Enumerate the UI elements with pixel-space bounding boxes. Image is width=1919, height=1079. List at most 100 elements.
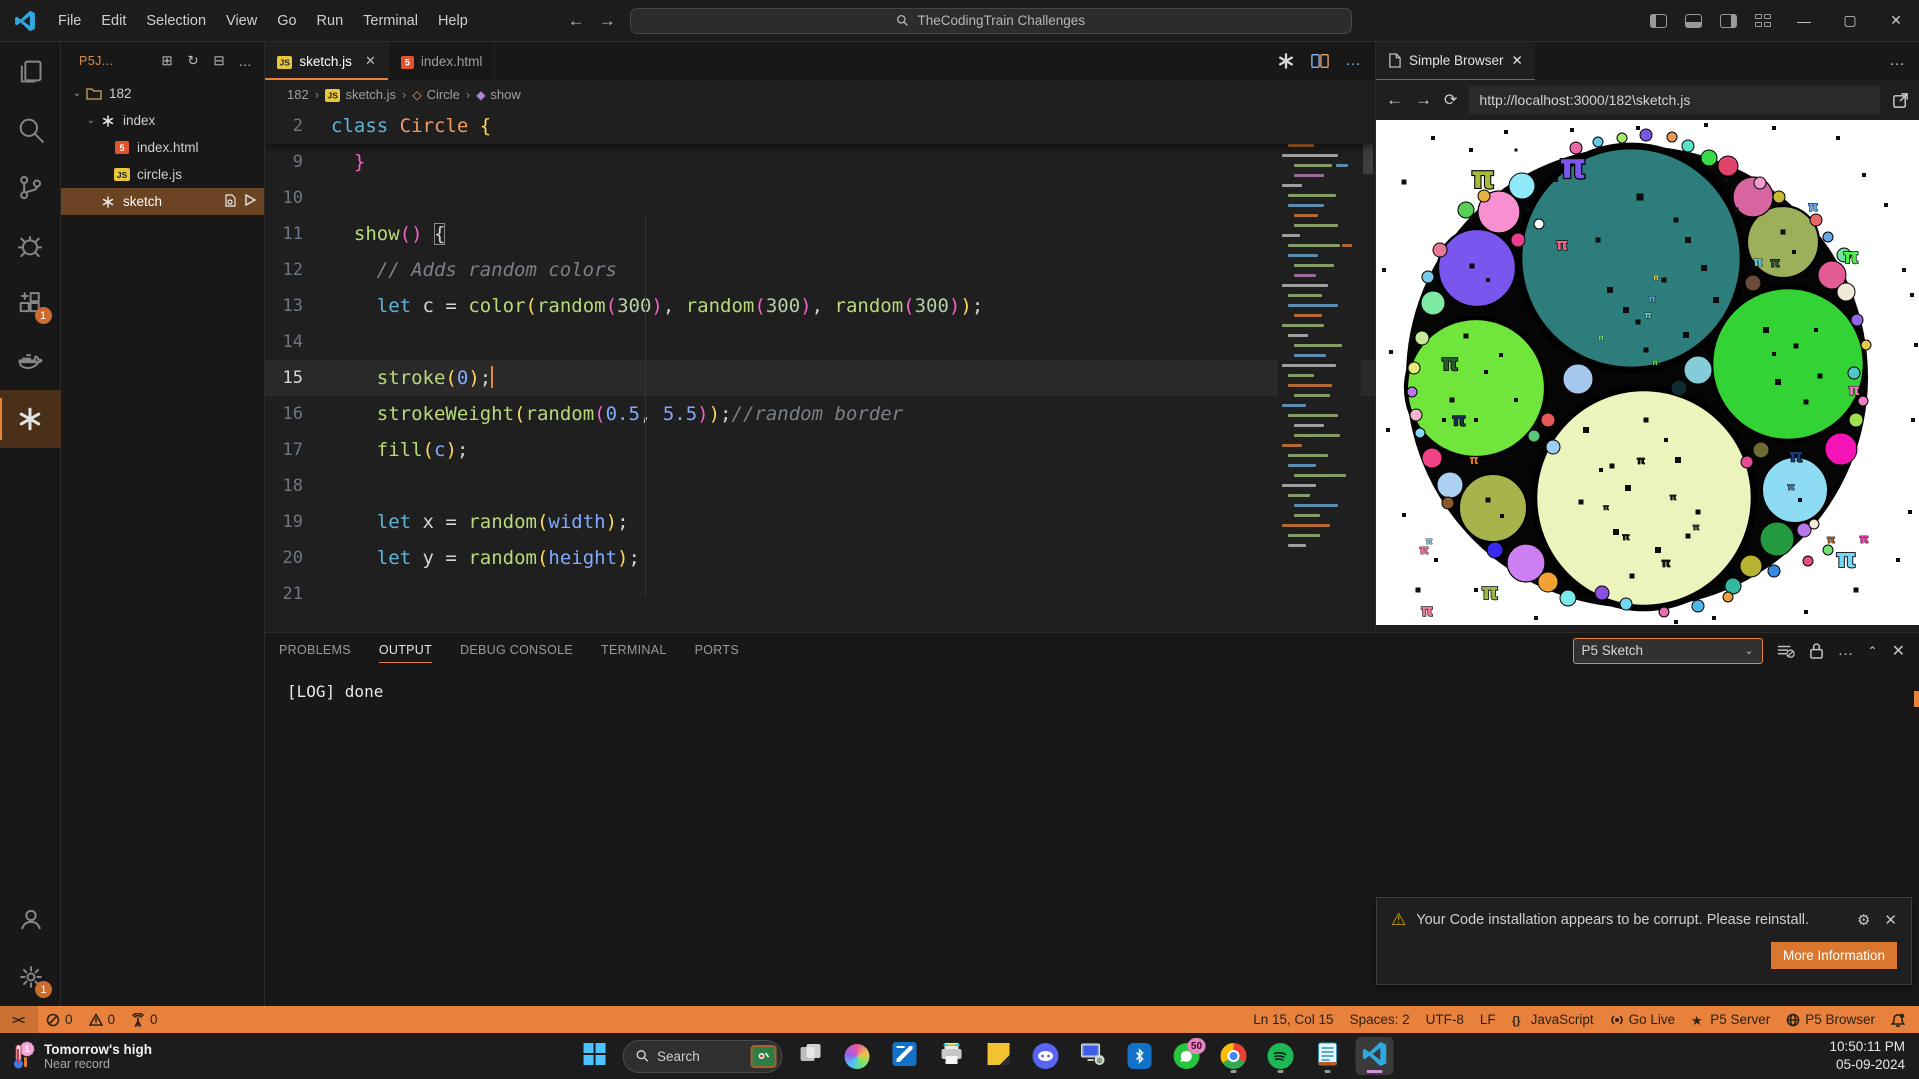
output-channel-dropdown[interactable]: P5 Sketch ⌄ (1573, 638, 1763, 664)
activity-settings[interactable]: 1 (0, 948, 61, 1006)
status-encoding[interactable]: UTF-8 (1418, 1006, 1472, 1033)
taskbar-chrome-icon[interactable] (1214, 1037, 1252, 1075)
forward-arrow-icon[interactable]: → (1415, 90, 1432, 110)
menu-go[interactable]: Go (267, 7, 306, 35)
activity-run-debug[interactable] (0, 216, 61, 274)
output-console[interactable]: [LOG] done (265, 668, 1919, 715)
close-icon[interactable]: ✕ (1884, 911, 1897, 929)
status-p5-browser[interactable]: P5 Browser (1778, 1006, 1883, 1033)
activity-explorer[interactable] (0, 42, 61, 100)
close-icon[interactable]: ✕ (365, 53, 376, 69)
status-p5-server[interactable]: ★P5 Server (1683, 1006, 1778, 1033)
taskbar-start-icon[interactable] (575, 1037, 613, 1075)
tree-item-circle.js[interactable]: JScircle.js (61, 161, 264, 188)
panel-tab-debug-console[interactable]: DEBUG CONSOLE (460, 633, 573, 668)
lock-icon[interactable] (1809, 642, 1824, 659)
command-center-search[interactable]: TheCodingTrain Challenges (630, 8, 1352, 34)
more-actions-icon[interactable]: … (1889, 52, 1919, 70)
taskbar-copilot-icon[interactable] (838, 1037, 876, 1075)
breadcrumb[interactable]: 182›JSsketch.js›◇Circle›◆show (265, 80, 1375, 108)
panel-tab-output[interactable]: OUTPUT (379, 633, 432, 668)
activity-docker[interactable] (0, 332, 61, 390)
activity-p5[interactable] (0, 390, 61, 448)
status-warnings[interactable]: 0 (81, 1006, 124, 1033)
taskbar-remote-pc-icon[interactable]: ⚙ (1073, 1037, 1111, 1075)
chevron-up-icon[interactable]: ⌃ (1868, 644, 1878, 658)
tree-item-182[interactable]: ⌄182 (61, 80, 264, 107)
status-language[interactable]: {}JavaScript (1504, 1006, 1602, 1033)
menu-file[interactable]: File (48, 7, 91, 35)
taskbar-sticky-notes-icon[interactable] (979, 1037, 1017, 1075)
taskbar-spotify-icon[interactable] (1261, 1037, 1299, 1075)
menu-run[interactable]: Run (307, 7, 354, 35)
tab-sketch.js[interactable]: JSsketch.js✕ (265, 42, 389, 80)
minimize-button[interactable]: — (1781, 0, 1827, 41)
play-icon[interactable] (244, 194, 256, 210)
taskbar-clock[interactable]: 10:50:11 PM 05-09-2024 (1829, 1038, 1919, 1074)
toggle-sidebar-icon[interactable] (1650, 14, 1667, 28)
toggle-secondary-sidebar-icon[interactable] (1720, 14, 1737, 28)
tree-item-index.html[interactable]: 5index.html (61, 134, 264, 161)
customize-layout-icon[interactable] (1755, 14, 1772, 28)
p5-asterisk-icon[interactable] (1277, 52, 1295, 70)
code-editor[interactable]: 2class Circle { 9 }1011 show() {12 // Ad… (265, 108, 1375, 632)
reload-icon[interactable]: ⟳ (1444, 90, 1457, 110)
breadcrumb-182[interactable]: 182 (287, 87, 309, 102)
open-external-icon[interactable] (1892, 92, 1909, 109)
status-ports[interactable]: 0 (123, 1006, 166, 1033)
taskbar-vscode-icon[interactable] (1355, 1037, 1393, 1075)
status-eol[interactable]: LF (1472, 1006, 1504, 1033)
more-icon[interactable]: … (234, 50, 256, 72)
file-link-icon[interactable] (224, 194, 236, 210)
refresh-icon[interactable]: ↻ (182, 50, 204, 72)
more-icon[interactable]: … (1838, 642, 1854, 660)
minimap[interactable] (1278, 108, 1361, 632)
back-arrow-icon[interactable]: ← (1386, 90, 1403, 110)
menu-terminal[interactable]: Terminal (353, 7, 428, 35)
taskbar-task-view-icon[interactable] (791, 1037, 829, 1075)
panel-tab-ports[interactable]: PORTS (695, 633, 739, 668)
close-icon[interactable]: ✕ (1892, 641, 1905, 661)
menu-edit[interactable]: Edit (91, 7, 136, 35)
status-errors[interactable]: 0 (38, 1006, 81, 1033)
new-file-icon[interactable]: ⊞ (156, 50, 178, 72)
close-icon[interactable]: ✕ (1512, 53, 1523, 69)
activity-source-control[interactable] (0, 158, 61, 216)
editor-scrollbar[interactable] (1361, 108, 1375, 632)
activity-accounts[interactable] (0, 890, 61, 948)
status-go-live[interactable]: Go Live (1602, 1006, 1684, 1033)
toggle-panel-icon[interactable] (1685, 14, 1702, 28)
status-cursor-position[interactable]: Ln 15, Col 15 (1245, 1006, 1341, 1033)
breadcrumb-Circle[interactable]: ◇Circle (412, 87, 459, 102)
breadcrumb-show[interactable]: ◆show (476, 87, 521, 102)
menu-help[interactable]: Help (428, 7, 478, 35)
forward-arrow-icon[interactable]: → (599, 11, 616, 31)
taskbar-search[interactable]: Search (622, 1040, 782, 1073)
taskbar-whatsapp-icon[interactable]: 50 (1167, 1037, 1205, 1075)
search-doodle-icon[interactable] (750, 1045, 776, 1068)
breadcrumb-sketch.js[interactable]: JSsketch.js (325, 87, 396, 102)
weather-widget[interactable]: 1 Tomorrow's high Near record (0, 1041, 240, 1071)
back-arrow-icon[interactable]: ← (568, 11, 585, 31)
panel-tab-terminal[interactable]: TERMINAL (601, 633, 667, 668)
more-actions-icon[interactable]: … (1345, 52, 1361, 70)
taskbar-bluetooth-icon[interactable] (1120, 1037, 1158, 1075)
more-information-button[interactable]: More Information (1771, 942, 1897, 969)
close-button[interactable]: ✕ (1873, 0, 1919, 41)
collapse-icon[interactable]: ⊟ (208, 50, 230, 72)
status-notifications[interactable] (1883, 1006, 1913, 1033)
clear-output-icon[interactable] (1777, 643, 1795, 659)
tab-index.html[interactable]: 5index.html (389, 42, 496, 80)
taskbar-printer-icon[interactable] (932, 1037, 970, 1075)
taskbar-notepad-icon[interactable] (1308, 1037, 1346, 1075)
url-input[interactable]: http://localhost:3000/182\sketch.js (1469, 86, 1880, 114)
simple-browser-tab[interactable]: Simple Browser ✕ (1376, 42, 1535, 80)
menu-selection[interactable]: Selection (136, 7, 216, 35)
taskbar-scanner-icon[interactable] (885, 1037, 923, 1075)
activity-search[interactable] (0, 100, 61, 158)
p5-sketch-canvas[interactable]: πππππππππππππππππππππππππππππππ (1376, 120, 1919, 625)
split-editor-icon[interactable] (1311, 53, 1329, 69)
maximize-button[interactable]: ▢ (1827, 0, 1873, 41)
activity-extensions[interactable]: 1 (0, 274, 61, 332)
tree-item-index[interactable]: ⌄index (61, 107, 264, 134)
